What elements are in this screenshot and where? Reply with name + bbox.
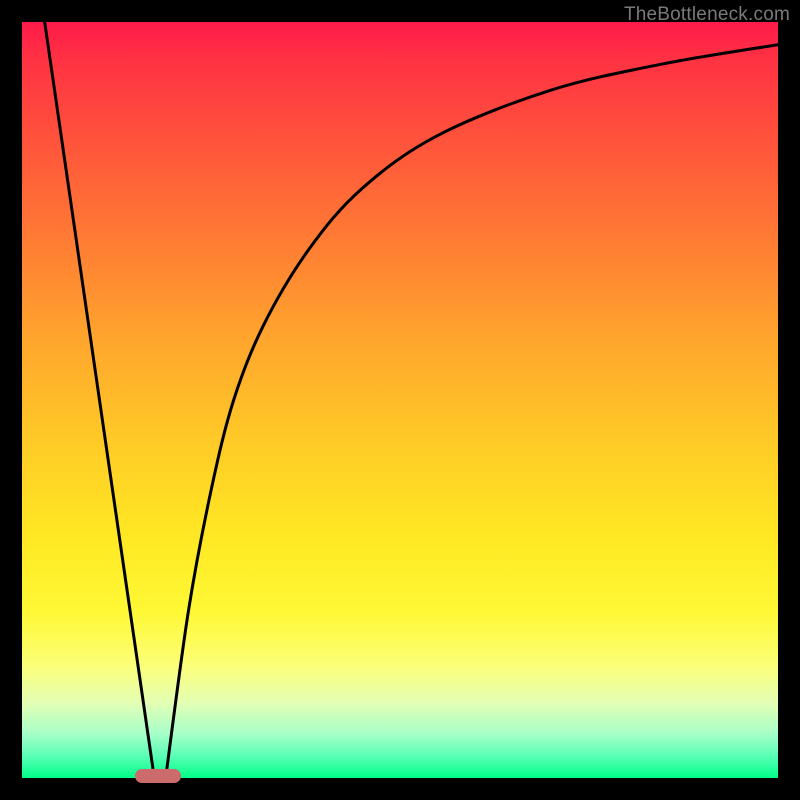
chart-lines <box>22 22 778 778</box>
right-curve-path <box>166 45 778 778</box>
chart-container: TheBottleneck.com <box>0 0 800 800</box>
left-line-path <box>45 22 155 778</box>
attribution-text: TheBottleneck.com <box>624 4 790 26</box>
plot-area <box>22 22 778 778</box>
optimal-marker <box>135 769 180 783</box>
